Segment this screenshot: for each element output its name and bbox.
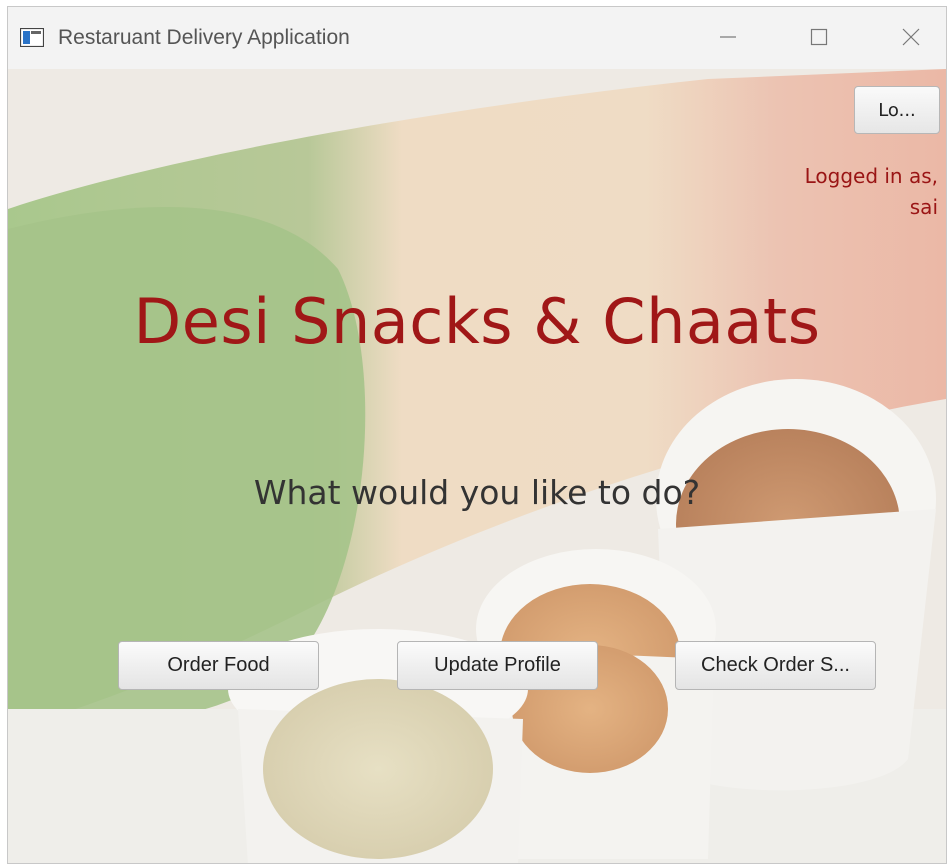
restaurant-name-heading: Desi Snacks & Chaats [133, 285, 821, 358]
logged-in-label: Logged in as, [804, 164, 938, 188]
main-content: Lo... Logged in as, sai Desi Snacks & Ch… [8, 69, 946, 863]
update-profile-button[interactable]: Update Profile [397, 641, 598, 690]
close-button[interactable] [888, 17, 934, 57]
app-window-icon [20, 28, 44, 47]
title-bar[interactable]: Restaruant Delivery Application [8, 7, 946, 69]
logged-in-status: Logged in as, sai [718, 161, 938, 223]
order-food-button[interactable]: Order Food [118, 641, 319, 690]
window-title: Restaruant Delivery Application [58, 26, 350, 49]
close-icon [902, 28, 920, 46]
minimize-button[interactable] [705, 17, 751, 57]
action-prompt: What would you like to do? [253, 473, 701, 512]
username-label: sai [909, 195, 938, 219]
application-window: Restaruant Delivery Application Lo... Lo… [7, 6, 947, 864]
logout-button[interactable]: Lo... [854, 86, 940, 134]
maximize-button[interactable] [796, 17, 842, 57]
maximize-icon [810, 28, 828, 46]
check-order-status-button[interactable]: Check Order S... [675, 641, 876, 690]
minimize-icon [720, 36, 736, 38]
